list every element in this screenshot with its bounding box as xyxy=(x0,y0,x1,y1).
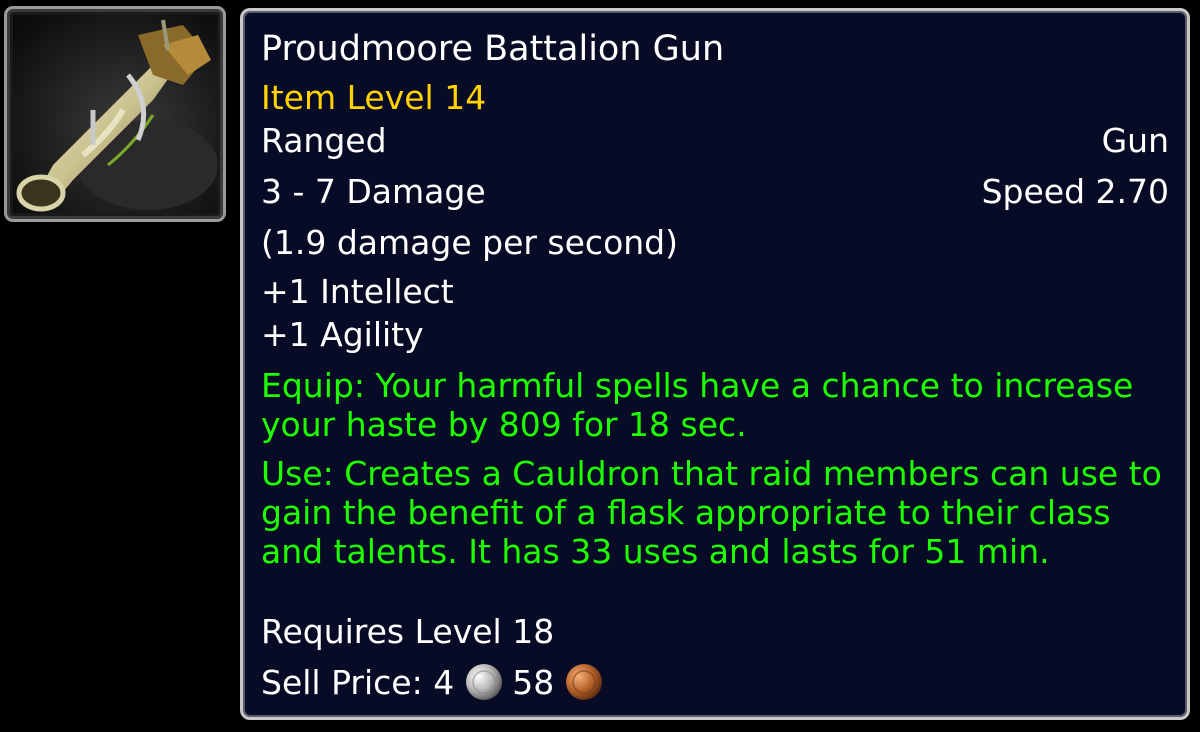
silver-coin-icon xyxy=(466,664,503,700)
item-type: Gun xyxy=(1101,121,1169,160)
gun-icon xyxy=(13,15,217,213)
sell-price-label: Sell Price: xyxy=(261,663,423,702)
stat-agility: +1 Agility xyxy=(261,315,424,354)
item-name: Proudmoore Battalion Gun xyxy=(261,29,725,69)
damage-row: 3 - 7 Damage Speed 2.70 xyxy=(261,172,1169,212)
use-effect: Use: Creates a Cauldron that raid member… xyxy=(261,454,1162,571)
sell-price: Sell Price: 4 58 xyxy=(261,662,1169,703)
stat-intellect: +1 Intellect xyxy=(261,272,454,311)
sell-silver-amount: 4 xyxy=(433,663,455,702)
copper-coin-icon xyxy=(566,664,603,700)
equip-effect: Equip: Your harmful spells have a chance… xyxy=(261,366,1134,444)
slot-row: Ranged Gun xyxy=(261,121,1169,161)
item-level: Item Level 14 xyxy=(261,78,487,117)
item-slot: Ranged xyxy=(261,121,387,160)
item-dps: (1.9 damage per second) xyxy=(261,223,678,262)
required-level: Requires Level 18 xyxy=(261,612,555,651)
sell-copper-amount: 58 xyxy=(512,663,555,702)
item-tooltip: Proudmoore Battalion Gun Item Level 14 R… xyxy=(240,8,1190,720)
item-icon-frame[interactable] xyxy=(4,6,226,222)
item-damage: 3 - 7 Damage xyxy=(261,172,486,211)
item-speed: Speed 2.70 xyxy=(981,172,1169,211)
